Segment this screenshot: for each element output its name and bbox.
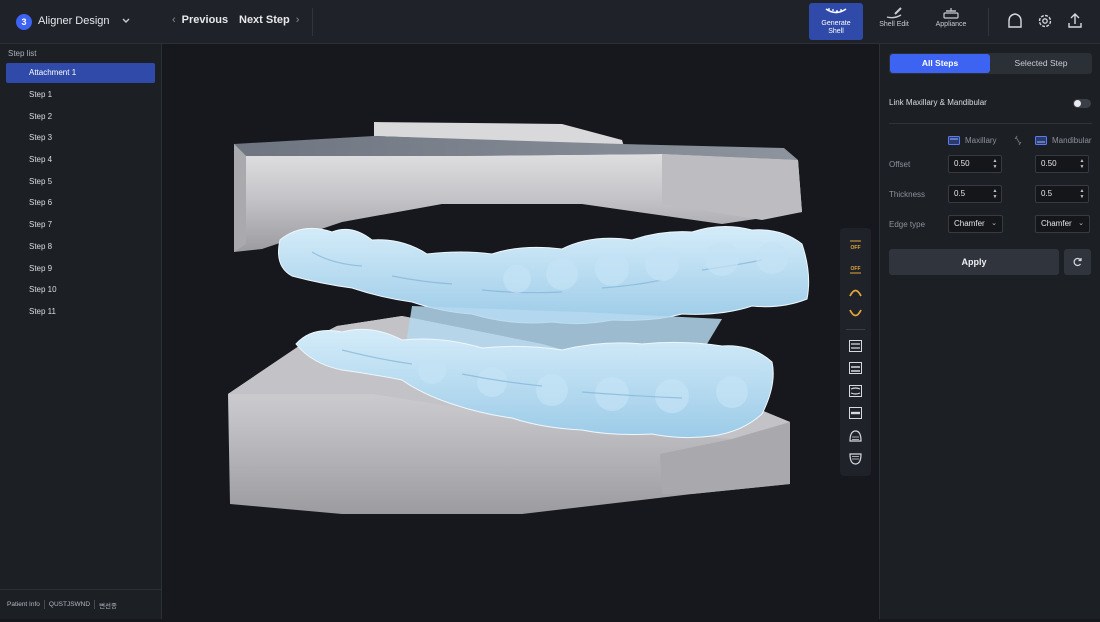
off-label: OFF [851,266,861,272]
view-front-icon[interactable] [848,339,863,353]
step-item-1[interactable]: Step 1 [6,85,155,105]
shell-icon [825,8,847,14]
spinner-icon[interactable]: ▲ ▼ [992,158,998,170]
off-label: OFF [851,245,861,251]
link-jaws-toggle[interactable] [1073,99,1091,108]
step-list-panel: Step list Attachment 1 Step 1 Step 2 Ste… [0,44,162,619]
view-back-icon[interactable] [848,361,863,375]
step-scope-tabs: All Steps Selected Step [889,53,1092,74]
divider [846,329,865,330]
offset-mandibular-input[interactable]: 0.50 ▲ ▼ [1035,155,1089,173]
spinner-icon[interactable]: ▲ ▼ [992,188,998,200]
edge-type-mandibular-select[interactable]: Chamfer ⌄ [1035,215,1090,233]
step-list-title: Step list [8,49,37,58]
offset-label: Offset [889,160,911,169]
refresh-icon [1073,257,1082,267]
divider [889,123,1092,124]
thickness-label: Thickness [889,190,926,199]
brush-icon [886,7,902,19]
gear-icon[interactable] [1035,11,1055,31]
mandibular-column-header: Mandibular [1052,136,1092,145]
shell-settings-panel: All Steps Selected Step Link Maxillary &… [879,44,1100,619]
step-item-4[interactable]: Step 4 [6,150,155,170]
view-bottom-icon[interactable] [848,452,863,466]
tab-selected-step[interactable]: Selected Step [991,54,1091,73]
spinner-icon[interactable]: ▲ ▼ [1079,158,1085,170]
spinner-icon[interactable]: ▲ ▼ [1079,188,1085,200]
shell-edit-button[interactable]: Shell Edit [873,3,915,40]
off-icon[interactable]: OFF [848,262,863,276]
patient-footer: Patient Info QUSTJSWND 변선종 [0,589,162,619]
step-item-2[interactable]: Step 2 [6,107,155,127]
chevron-down-icon: ⌄ [991,220,997,227]
workflow-title[interactable]: Aligner Design [38,15,110,27]
top-bar: 3 Aligner Design ‹ Previous Next Step › … [0,0,1100,44]
maxillary-column-header: Maxillary [965,136,997,145]
thickness-mandibular-input[interactable]: 0.5 ▲ ▼ [1035,185,1089,203]
step-item-10[interactable]: Step 10 [6,280,155,300]
appliance-icon [943,8,959,19]
step-item-11[interactable]: Step 11 [6,302,155,322]
toggle-knob [1074,100,1081,107]
apply-button[interactable]: Apply [889,249,1059,275]
step-item-attachment-1[interactable]: Attachment 1 [6,63,155,83]
next-step-button[interactable]: Next Step › [239,14,299,26]
dental-model-render [228,122,810,514]
step-number-badge: 3 [16,14,32,30]
step-item-8[interactable]: Step 8 [6,237,155,257]
appliance-button[interactable]: Appliance [930,3,972,40]
maxillary-icon [948,136,960,145]
chevron-left-icon: ‹ [172,14,176,26]
view-toolbar: OFF OFF [840,228,871,476]
mandibular-icon [1035,136,1047,145]
divider [312,8,313,36]
patient-info-label[interactable]: Patient Info [7,601,40,608]
previous-button[interactable]: ‹ Previous [172,14,228,26]
lower-jaw-icon[interactable] [848,307,863,321]
step-item-9[interactable]: Step 9 [6,259,155,279]
link-icon[interactable] [1013,135,1023,146]
upper-jaw-icon[interactable] [848,285,863,299]
divider [94,600,96,609]
reset-button[interactable] [1064,249,1091,275]
off-icon[interactable]: OFF [848,238,863,252]
step-item-3[interactable]: Step 3 [6,128,155,148]
tab-all-steps[interactable]: All Steps [890,54,990,73]
edge-type-label: Edge type [889,220,926,229]
chevron-right-icon: › [295,14,300,26]
patient-name: 변선종 [99,602,118,610]
divider [988,8,989,36]
thickness-maxillary-input[interactable]: 0.5 ▲ ▼ [948,185,1002,203]
step-item-5[interactable]: Step 5 [6,172,155,192]
chevron-down-icon: ⌄ [1078,220,1084,227]
view-top-icon[interactable] [848,429,863,443]
step-item-6[interactable]: Step 6 [6,193,155,213]
offset-maxillary-input[interactable]: 0.50 ▲ ▼ [948,155,1002,173]
3d-viewport[interactable] [162,44,879,619]
home-icon[interactable] [1005,11,1025,31]
upload-icon[interactable] [1065,11,1085,31]
step-item-7[interactable]: Step 7 [6,215,155,235]
edge-type-maxillary-select[interactable]: Chamfer ⌄ [948,215,1003,233]
generate-shell-button[interactable]: Generate Shell [809,3,863,40]
link-jaws-label: Link Maxillary & Mandibular [889,98,987,107]
divider [43,600,45,609]
view-left-icon[interactable] [848,384,863,398]
chevron-down-icon[interactable] [120,14,132,28]
patient-id: QUSTJSWND [48,601,91,608]
view-right-icon[interactable] [848,406,863,420]
